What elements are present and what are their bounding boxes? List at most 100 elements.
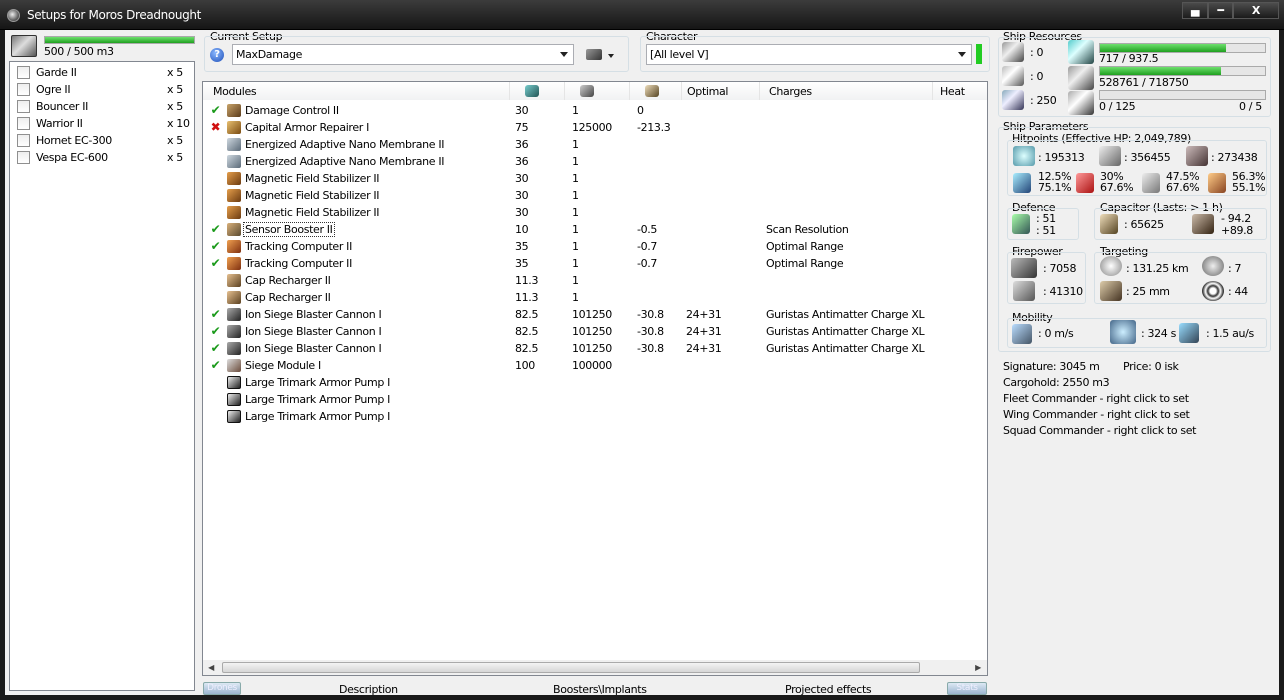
module-row[interactable]: Large Trimark Armor Pump I <box>203 374 987 391</box>
module-row[interactable]: ✔ Tracking Computer II 35 1 -0.7 Optimal Rang… <box>203 255 987 272</box>
fleet-commander-slot[interactable]: Fleet Commander - right click to set <box>1003 392 1189 405</box>
column-header-cpu[interactable] <box>510 82 565 100</box>
defence-icon <box>1012 214 1030 234</box>
module-offline-x-icon[interactable]: ✖ <box>210 121 221 134</box>
module-active-check-icon[interactable]: ✔ <box>210 308 221 321</box>
maximize-button[interactable]: ━ <box>1208 2 1233 19</box>
app-icon <box>7 9 20 22</box>
module-cpu: 82.5 <box>515 325 539 338</box>
module-row[interactable]: ✔ Ion Siege Blaster Cannon I 82.5 101250 -30… <box>203 340 987 357</box>
module-row[interactable]: ✖ Capital Armor Repairer I 75 125000 -213.3 <box>203 119 987 136</box>
module-name: Magnetic Field Stabilizer II <box>245 189 380 202</box>
module-row[interactable]: Magnetic Field Stabilizer II 30 1 <box>203 204 987 221</box>
drone-list-item[interactable]: Warrior II x 10 <box>10 116 194 132</box>
siege-module-icon <box>227 359 241 372</box>
drone-list-item[interactable]: Garde II x 5 <box>10 65 194 81</box>
module-cpu: 30 <box>515 172 529 185</box>
setup-options-button[interactable] <box>584 46 620 64</box>
capacitor-icon <box>645 85 659 97</box>
module-row[interactable]: Energized Adaptive Nano Membrane II 36 1 <box>203 153 987 170</box>
drone-list[interactable]: Garde II x 5 Ogre II x 5 Bouncer II x 5 Warrio… <box>9 61 195 691</box>
scrollbar-thumb[interactable] <box>222 662 920 673</box>
drone-quantity: x 5 <box>167 66 183 79</box>
powergrid-icon <box>1068 66 1094 90</box>
setup-select-value: MaxDamage <box>236 48 303 61</box>
drone-name: Hornet EC-300 <box>36 134 112 147</box>
horizontal-scrollbar[interactable]: ◀ ▶ <box>203 660 987 675</box>
module-row[interactable]: ✔ Ion Siege Blaster Cannon I 82.5 101250 -30… <box>203 323 987 340</box>
shield-hp-value: : 195313 <box>1038 151 1085 164</box>
column-header-capacitor[interactable] <box>630 82 682 100</box>
drone-checkbox[interactable] <box>17 66 30 79</box>
module-row[interactable]: Magnetic Field Stabilizer II 30 1 <box>203 170 987 187</box>
module-row[interactable]: Energized Adaptive Nano Membrane II 36 1 <box>203 136 987 153</box>
module-row[interactable]: Large Trimark Armor Pump I <box>203 391 987 408</box>
wing-commander-slot[interactable]: Wing Commander - right click to set <box>1003 408 1190 421</box>
module-charge: Optimal Range <box>766 257 844 270</box>
targeting-range-value: : 131.25 km <box>1126 262 1189 275</box>
nano-membrane-icon <box>227 138 241 151</box>
tab-boosters-implants[interactable]: Boosters\Implants <box>553 683 647 696</box>
module-active-check-icon[interactable]: ✔ <box>210 359 221 372</box>
scroll-right-icon[interactable]: ▶ <box>971 661 985 675</box>
magnetic-field-stabilizer-icon <box>227 206 241 219</box>
stats-panel: Ship Resources : 0 : 0 : 250 717 / 937.5… <box>996 30 1273 695</box>
drone-checkbox[interactable] <box>17 100 30 113</box>
module-row[interactable]: Cap Recharger II 11.3 1 <box>203 272 987 289</box>
module-row[interactable]: ✔ Damage Control II 30 1 0 <box>203 102 987 119</box>
tab-stats[interactable]: Stats <box>947 682 987 695</box>
module-row[interactable]: Large Trimark Armor Pump I <box>203 408 987 425</box>
module-active-check-icon[interactable]: ✔ <box>210 104 221 117</box>
drone-list-item[interactable]: Vespa EC-600 x 5 <box>10 150 194 166</box>
drone-list-item[interactable]: Hornet EC-300 x 5 <box>10 133 194 149</box>
help-icon[interactable]: ? <box>210 48 224 62</box>
module-active-check-icon[interactable]: ✔ <box>210 342 221 355</box>
character-select[interactable]: [All level V] <box>646 44 972 65</box>
module-powergrid: 101250 <box>572 308 612 321</box>
module-powergrid: 1 <box>572 291 579 304</box>
column-header-modules[interactable]: Modules <box>203 82 510 100</box>
tracking-computer-icon <box>227 240 241 253</box>
structure-hp-value: : 273438 <box>1211 151 1258 164</box>
cap-recharger-icon <box>227 291 241 304</box>
modules-table[interactable]: Modules Optimal Charges Heat ✔ Damage Con… <box>202 81 988 676</box>
tracking-computer-icon <box>227 257 241 270</box>
module-row[interactable]: ✔ Ion Siege Blaster Cannon I 82.5 101250 -30… <box>203 306 987 323</box>
module-active-check-icon[interactable]: ✔ <box>210 240 221 253</box>
drone-list-item[interactable]: Bouncer II x 5 <box>10 99 194 115</box>
module-name: Damage Control II <box>245 104 339 117</box>
squad-commander-slot[interactable]: Squad Commander - right click to set <box>1003 424 1196 437</box>
scroll-left-icon[interactable]: ◀ <box>204 661 218 675</box>
powergrid-bar <box>1099 66 1266 76</box>
module-row[interactable]: ✔ Sensor Booster II 10 1 -0.5 Scan Resolution <box>203 221 987 238</box>
drone-checkbox[interactable] <box>17 117 30 130</box>
module-row[interactable]: Cap Recharger II 11.3 1 <box>203 289 987 306</box>
drone-checkbox[interactable] <box>17 83 30 96</box>
module-name: Ion Siege Blaster Cannon I <box>245 342 382 355</box>
drone-checkbox[interactable] <box>17 134 30 147</box>
tab-drones[interactable]: Drones <box>203 682 241 695</box>
module-row[interactable]: ✔ Siege Module I 100 100000 <box>203 357 987 374</box>
module-row[interactable]: ✔ Tracking Computer II 35 1 -0.7 Optimal Rang… <box>203 238 987 255</box>
drone-list-item[interactable]: Ogre II x 5 <box>10 82 194 98</box>
thermal-resist-icon <box>1076 173 1094 193</box>
column-header-powergrid[interactable] <box>565 82 630 100</box>
column-header-charges[interactable]: Charges <box>760 82 933 100</box>
drone-checkbox[interactable] <box>17 151 30 164</box>
module-charge: Guristas Antimatter Charge XL <box>766 308 925 321</box>
powergrid-value: 528761 / 718750 <box>1099 76 1189 89</box>
column-header-heat[interactable]: Heat <box>933 82 987 100</box>
module-powergrid: 1 <box>572 257 579 270</box>
module-active-check-icon[interactable]: ✔ <box>210 325 221 338</box>
module-active-check-icon[interactable]: ✔ <box>210 223 221 236</box>
drone-quantity: x 5 <box>167 151 183 164</box>
close-button[interactable]: X <box>1233 2 1279 19</box>
column-header-optimal[interactable]: Optimal <box>682 82 760 100</box>
tab-description[interactable]: Description <box>339 683 398 696</box>
module-name: Tracking Computer II <box>245 240 352 253</box>
tab-projected-effects[interactable]: Projected effects <box>785 683 872 696</box>
setup-select[interactable]: MaxDamage <box>232 44 574 65</box>
module-active-check-icon[interactable]: ✔ <box>210 257 221 270</box>
minimize-button[interactable]: ▄ <box>1182 2 1208 19</box>
module-row[interactable]: Magnetic Field Stabilizer II 30 1 <box>203 187 987 204</box>
